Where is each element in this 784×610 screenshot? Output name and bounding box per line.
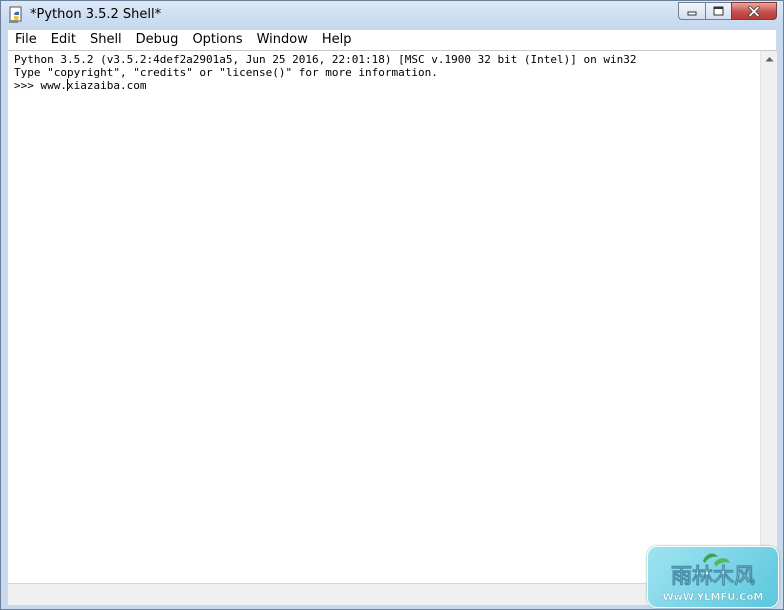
menu-edit[interactable]: Edit: [44, 30, 83, 50]
title-bar[interactable]: *Python 3.5.2 Shell*: [1, 1, 783, 29]
watermark-url-text: WwW.YLMFU.CoM: [663, 592, 764, 603]
shell-input-line[interactable]: >>> www.xiazaiba.com: [14, 79, 759, 92]
maximize-icon: [713, 6, 724, 16]
menu-debug[interactable]: Debug: [129, 30, 186, 50]
shell-input-before-caret[interactable]: www.: [41, 79, 68, 92]
caption-buttons: [678, 2, 777, 21]
close-button[interactable]: [731, 2, 777, 20]
minimize-button[interactable]: [678, 2, 705, 20]
minimize-icon: [687, 11, 697, 16]
shell-prompt: >>>: [14, 79, 41, 92]
shell-banner-line: Python 3.5.2 (v3.5.2:4def2a2901a5, Jun 2…: [14, 53, 637, 66]
watermark-brand-text: 雨林木风: [671, 564, 755, 588]
close-icon: [748, 5, 760, 17]
maximize-button[interactable]: [705, 2, 731, 20]
menu-bar: File Edit Shell Debug Options Window Hel…: [8, 30, 776, 50]
menu-options[interactable]: Options: [185, 30, 249, 50]
shell-info-line: Type "copyright", "credits" or "license(…: [14, 66, 438, 79]
scroll-up-arrow-icon: [765, 57, 773, 62]
python-idle-icon[interactable]: [8, 6, 25, 24]
watermark-logo: 雨林木风 WwW.YLMFU.CoM: [647, 546, 779, 608]
shell-client-area: Python 3.5.2 (v3.5.2:4def2a2901a5, Jun 2…: [8, 50, 777, 584]
menu-window[interactable]: Window: [250, 30, 315, 50]
vertical-scrollbar[interactable]: [760, 51, 777, 584]
shell-text-area[interactable]: Python 3.5.2 (v3.5.2:4def2a2901a5, Jun 2…: [8, 51, 759, 584]
idle-shell-window: *Python 3.5.2 Shell* File Edit Shell Deb…: [0, 0, 784, 610]
shell-input-after-caret[interactable]: xiazaiba.com: [67, 79, 146, 92]
scroll-up-button[interactable]: [761, 51, 777, 67]
menu-shell[interactable]: Shell: [83, 30, 129, 50]
menu-file[interactable]: File: [8, 30, 44, 50]
menu-help[interactable]: Help: [315, 30, 359, 50]
window-title: *Python 3.5.2 Shell*: [30, 7, 162, 22]
